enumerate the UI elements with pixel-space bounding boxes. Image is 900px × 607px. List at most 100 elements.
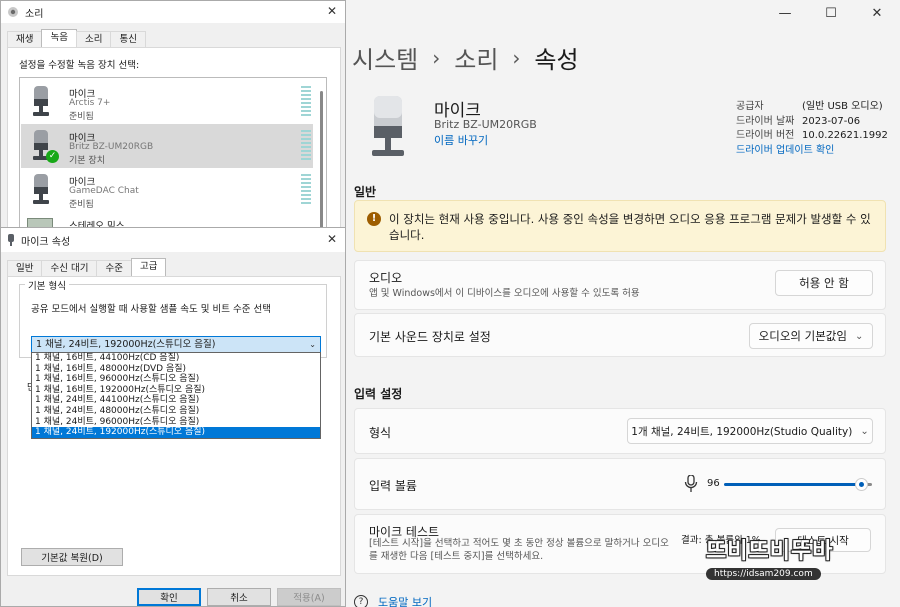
- close-icon[interactable]: ✕: [327, 4, 337, 18]
- help-link[interactable]: ? 도움말 보기: [354, 594, 432, 607]
- device-model: GameDAC Chat: [69, 186, 139, 196]
- device-model: Arctis 7+: [69, 98, 111, 108]
- scrollbar-thumb[interactable]: [320, 91, 323, 231]
- sound-titlebar: 소리: [1, 1, 345, 23]
- volume-title: 입력 볼륨: [369, 479, 417, 493]
- recording-device-list: 마이크 Arctis 7+ 준비됨 ✓ 마이크 Britz BZ-UM20RGB…: [19, 77, 327, 237]
- tab-recording[interactable]: 녹음: [41, 29, 77, 47]
- list-item[interactable]: 1 채널, 16비트, 44100Hz(CD 음질): [32, 353, 320, 364]
- default-device-value: 오디오의 기본값임: [758, 329, 847, 343]
- chevron-right-icon: ›: [432, 45, 441, 70]
- mic-test-desc: [테스트 시작]을 선택하고 적어도 몇 초 동안 정상 볼륨으로 말하거나 오…: [369, 538, 669, 562]
- list-item[interactable]: 1 채널, 16비트, 192000Hz(스튜디오 음질): [32, 385, 320, 396]
- audio-title: 오디오: [369, 271, 403, 285]
- rename-link[interactable]: 이름 바꾸기: [434, 132, 488, 148]
- microphone-icon: [684, 475, 698, 492]
- chevron-down-icon: ⌄: [860, 425, 869, 437]
- audio-desc: 앱 및 Windows에서 이 디바이스를 오디오에 사용할 수 있도록 허용: [369, 288, 640, 299]
- list-item[interactable]: 1 채널, 24비트, 48000Hz(스튜디오 음질): [32, 406, 320, 417]
- level-meter: [301, 130, 311, 162]
- warning-banner: ! 이 장치는 현재 사용 중입니다. 사용 중인 속성을 변경하면 오디오 응…: [354, 200, 886, 252]
- sound-tabs: 재생 녹음 소리 통신: [7, 29, 146, 47]
- info-key: 공급자: [736, 101, 764, 112]
- breadcrumb: 시스템 › 소리 › 속성: [352, 40, 579, 75]
- tab-sounds[interactable]: 소리: [75, 31, 112, 47]
- device-list-scrollbar[interactable]: [317, 79, 325, 235]
- maximize-button[interactable]: ☐: [808, 0, 854, 26]
- list-item[interactable]: 1 채널, 24비트, 192000Hz(스튜디오 음질): [32, 427, 320, 438]
- driver-update-link[interactable]: 드라이버 업데이트 확인: [736, 144, 888, 159]
- audio-card: 오디오 앱 및 Windows에서 이 디바이스를 오디오에 사용할 수 있도록…: [354, 260, 886, 310]
- volume-slider-fill: [724, 483, 860, 486]
- chevron-right-icon: ›: [512, 45, 521, 70]
- sound-window-title: 소리: [25, 8, 44, 20]
- props-title: 마이크 속성: [21, 236, 71, 248]
- restore-defaults-button[interactable]: 기본값 복원(D): [21, 548, 123, 566]
- format-title: 형식: [369, 426, 392, 440]
- info-key: 드라이버 버전: [736, 130, 795, 141]
- watermark: 뜨비뜨비뚜바 https://idsam209.com: [706, 533, 886, 583]
- format-dropdown-list: 1 채널, 16비트, 44100Hz(CD 음질) 1 채널, 16비트, 4…: [31, 352, 321, 439]
- list-item[interactable]: 1 채널, 16비트, 96000Hz(스튜디오 음질): [32, 374, 320, 385]
- group-desc: 공유 모드에서 실행할 때 사용할 샘플 속도 및 비트 수준 선택: [31, 304, 271, 315]
- default-device-title: 기본 사운드 장치로 설정: [369, 330, 491, 344]
- driver-info: 공급자 (일반 USB 오디오) 드라이버 날짜 2023-07-06 드라이버 버…: [736, 100, 888, 158]
- disallow-button[interactable]: 허용 안 함: [775, 270, 873, 296]
- list-item[interactable]: 마이크 GameDAC Chat 준비됨: [21, 168, 313, 212]
- microphone-icon: [372, 96, 404, 156]
- tab-general[interactable]: 일반: [7, 260, 43, 276]
- watermark-title: 뜨비뜨비뚜바: [706, 539, 834, 564]
- format-card: 형식 1개 채널, 24비트, 192000Hz(Studio Quality)…: [354, 408, 886, 454]
- general-heading: 일반: [354, 185, 377, 199]
- format-selected: 1 채널, 24비트, 192000Hz(스튜디오 음질): [36, 339, 216, 350]
- microphone-icon: [33, 174, 49, 204]
- help-text: 도움말 보기: [378, 596, 433, 607]
- format-combo[interactable]: 1 채널, 24비트, 192000Hz(스튜디오 음질) ⌄: [31, 336, 321, 353]
- tab-communications[interactable]: 통신: [110, 31, 146, 47]
- default-device-dropdown[interactable]: 오디오의 기본값임 ⌄: [749, 323, 873, 349]
- breadcrumb-sound[interactable]: 소리: [454, 40, 498, 75]
- breadcrumb-system[interactable]: 시스템: [352, 40, 418, 75]
- device-status: 준비됨: [69, 112, 94, 122]
- list-item[interactable]: 마이크 Arctis 7+ 준비됨: [21, 80, 313, 124]
- list-item[interactable]: 1 채널, 24비트, 96000Hz(스튜디오 음질): [32, 417, 320, 428]
- device-status: 준비됨: [69, 200, 94, 210]
- info-value: (일반 USB 오디오): [802, 101, 883, 112]
- group-label: 기본 형식: [25, 278, 69, 292]
- level-meter: [301, 174, 311, 206]
- tab-advanced[interactable]: 고급: [130, 258, 167, 276]
- volume-slider-thumb[interactable]: [855, 478, 868, 491]
- sound-window: 소리 ✕ 재생 녹음 소리 통신 설정을 수정할 녹음 장치 선택: 마이크 A…: [0, 0, 346, 237]
- info-value: 10.0.22621.1992: [802, 130, 888, 141]
- help-icon: ?: [354, 595, 368, 607]
- close-icon[interactable]: ✕: [327, 232, 337, 246]
- device-model: Britz BZ-UM20RGB: [434, 118, 537, 131]
- chevron-down-icon: ⌄: [309, 340, 316, 349]
- info-key: 드라이버 날짜: [736, 115, 795, 127]
- recording-instruction: 설정을 수정할 녹음 장치 선택:: [19, 60, 140, 71]
- warning-text: 이 장치는 현재 사용 중입니다. 사용 중인 속성을 변경하면 오디오 응용 …: [389, 212, 871, 242]
- window-controls: — ☐ ✕: [762, 0, 900, 26]
- device-status: 기본 장치: [69, 156, 105, 166]
- device-model: Britz BZ-UM20RGB: [69, 142, 154, 152]
- ok-button[interactable]: 확인: [137, 588, 201, 606]
- speaker-icon: [8, 7, 18, 17]
- cancel-button[interactable]: 취소: [207, 588, 271, 606]
- microphone-icon: [33, 86, 49, 116]
- mic-properties-dialog: 마이크 속성 ✕ 일반 수신 대기 수준 고급 기본 형식 공유 모드에서 실행…: [0, 227, 346, 607]
- tab-levels[interactable]: 수준: [96, 260, 132, 276]
- tab-playback[interactable]: 재생: [7, 31, 43, 47]
- list-item[interactable]: 1 채널, 16비트, 48000Hz(DVD 음질): [32, 364, 320, 375]
- props-tabs: 일반 수신 대기 수준 고급: [7, 258, 167, 276]
- format-dropdown[interactable]: 1개 채널, 24비트, 192000Hz(Studio Quality) ⌄: [627, 418, 873, 444]
- minimize-button[interactable]: —: [762, 0, 808, 26]
- tab-listen[interactable]: 수신 대기: [41, 260, 98, 276]
- apply-button[interactable]: 적용(A): [277, 588, 341, 606]
- close-button[interactable]: ✕: [854, 0, 900, 26]
- default-device-card: 기본 사운드 장치로 설정 오디오의 기본값임 ⌄: [354, 313, 886, 357]
- format-value: 1개 채널, 24비트, 192000Hz(Studio Quality): [631, 425, 853, 438]
- input-heading: 입력 설정: [354, 387, 403, 401]
- level-meter: [301, 86, 311, 118]
- list-item[interactable]: 1 채널, 24비트, 44100Hz(스튜디오 음질): [32, 395, 320, 406]
- list-item[interactable]: ✓ 마이크 Britz BZ-UM20RGB 기본 장치: [21, 124, 313, 168]
